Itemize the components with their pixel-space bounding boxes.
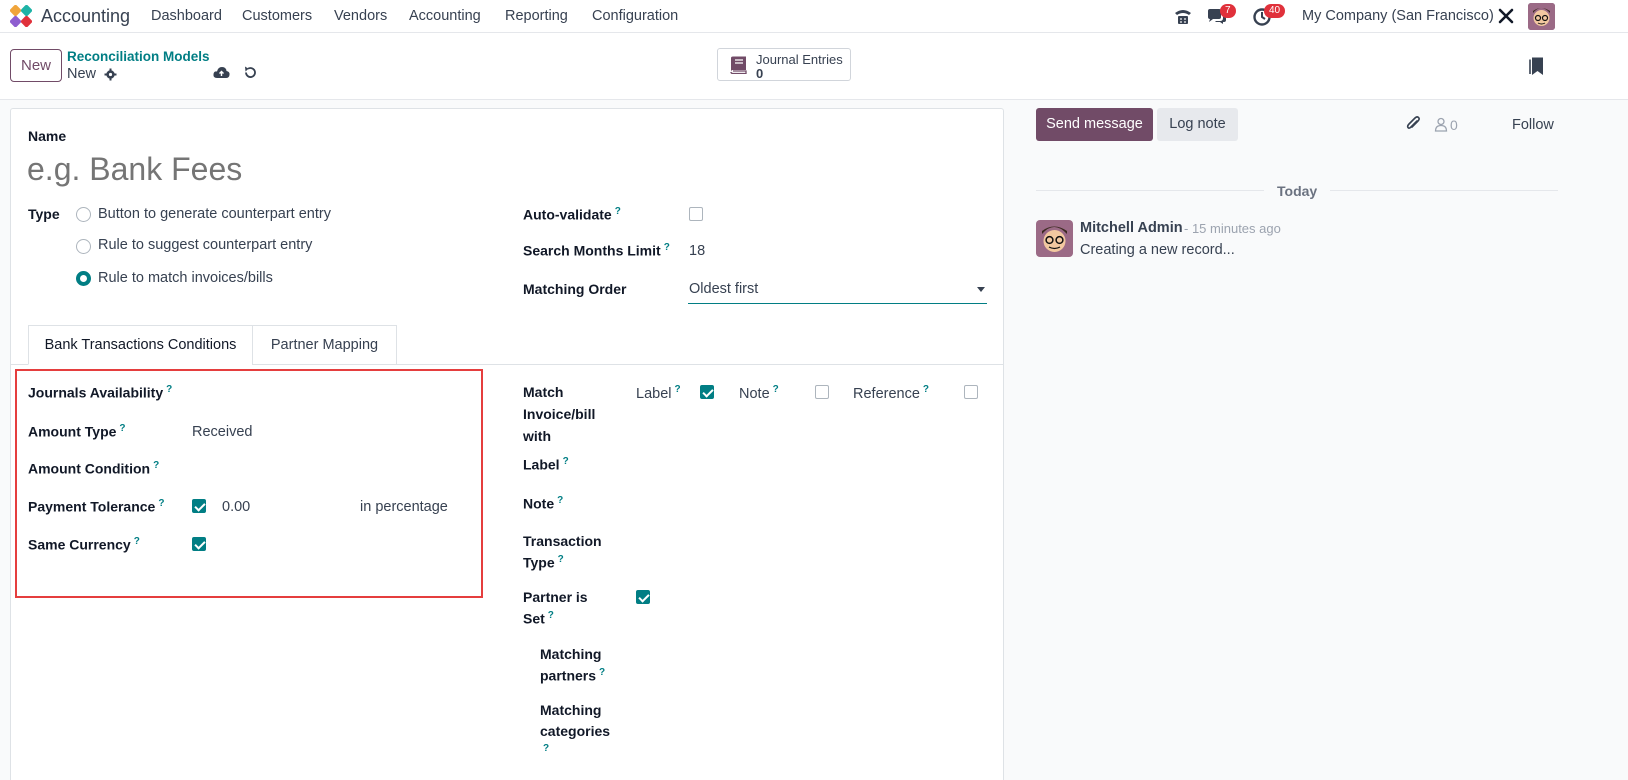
matching-order-value: Oldest first [689,281,759,297]
app-icon[interactable] [9,4,33,28]
match-invoice-label-1: Match [523,384,564,400]
radio-label-suggest[interactable]: Rule to suggest counterpart entry [98,237,312,253]
menu-reporting[interactable]: Reporting [505,8,568,24]
bookmark-icon[interactable] [1529,57,1544,76]
top-navbar: Accounting Dashboard Customers Vendors A… [0,0,1628,33]
auto-validate-checkbox[interactable] [689,207,703,221]
messages-badge: 7 [1220,4,1236,18]
phone-icon[interactable] [1173,7,1193,27]
name-input[interactable] [27,147,987,191]
payment-tolerance-unit: in percentage [360,499,448,515]
partner-set-label-1: Partner is [523,589,588,605]
matching-categories-label-1: Matching [540,702,602,718]
caret-down-icon [977,287,985,292]
company-switcher[interactable]: My Company (San Francisco) [1302,8,1494,24]
match-note-text: Note? [739,384,779,402]
smart-button-label: Journal Entries [756,52,843,67]
matching-order-select[interactable]: Oldest first [688,278,987,304]
journals-availability-label: Journals Availability? [28,384,173,401]
radio-label-match[interactable]: Rule to match invoices/bills [98,270,273,286]
match-reference-text: Reference? [853,384,930,402]
follow-button[interactable]: Follow [1512,117,1554,133]
menu-customers[interactable]: Customers [242,8,312,24]
match-reference-checkbox[interactable] [964,385,978,399]
search-months-label: Search Months Limit? [523,242,670,259]
type-label: Type [28,206,60,222]
amount-type-value[interactable]: Received [192,424,252,440]
gear-icon[interactable] [104,68,117,81]
message-body: Creating a new record... [1080,242,1235,258]
control-panel: New Reconciliation Models New Journal En… [0,33,1628,100]
partner-set-label-2: Set? [523,610,554,627]
menu-dashboard[interactable]: Dashboard [151,8,222,24]
smart-button-value: 0 [756,66,764,81]
same-currency-label: Same Currency? [28,536,140,553]
breadcrumb-current: New [67,66,97,82]
app-name[interactable]: Accounting [41,6,130,27]
match-invoice-label-2: Invoice/bill [523,406,596,422]
transaction-type-label-2: Type? [523,554,564,571]
partner-set-checkbox[interactable] [636,590,650,604]
activities-badge: 40 [1264,4,1286,18]
matching-categories-label-2: categories [540,723,611,739]
match-label-text: Label? [636,384,681,402]
date-separator-line-right [1330,190,1558,191]
payment-tolerance-label: Payment Tolerance? [28,498,165,515]
matching-order-label: Matching Order [523,281,627,297]
match-label-checkbox[interactable] [700,385,714,399]
tab-partner-mapping[interactable]: Partner Mapping [252,325,397,365]
message-author-avatar [1036,220,1073,257]
transaction-type-label-1: Transaction [523,533,602,549]
user-avatar[interactable] [1528,3,1555,30]
date-separator: Today [1277,183,1318,199]
log-note-button[interactable]: Log note [1157,108,1238,141]
send-message-button[interactable]: Send message [1036,108,1153,141]
menu-accounting[interactable]: Accounting [409,8,481,24]
search-months-value[interactable]: 18 [689,243,705,259]
amount-type-label: Amount Type? [28,423,126,440]
radio-label-counterpart[interactable]: Button to generate counterpart entry [98,206,331,222]
radio-suggest-counterpart[interactable] [76,239,91,254]
menu-configuration[interactable]: Configuration [592,8,678,24]
message-author[interactable]: Mitchell Admin [1080,220,1183,236]
debug-tools-icon[interactable] [1497,7,1515,25]
book-icon [728,56,748,75]
radio-button-counterpart[interactable] [76,207,91,222]
tab-bank-transactions[interactable]: Bank Transactions Conditions [28,325,253,365]
menu-vendors[interactable]: Vendors [334,8,387,24]
amount-condition-label: Amount Condition? [28,460,160,477]
message-time: - 15 minutes ago [1184,221,1281,236]
match-invoice-label-3: with [523,428,551,444]
match-note-checkbox[interactable] [815,385,829,399]
followers-count: 0 [1450,117,1458,133]
payment-tolerance-value[interactable]: 0.00 [222,499,250,515]
journal-entries-smart-button[interactable]: Journal Entries 0 [717,48,851,81]
save-cloud-icon[interactable] [213,65,230,80]
breadcrumb-parent[interactable]: Reconciliation Models [67,49,210,64]
followers-icon[interactable] [1434,117,1448,132]
same-currency-checkbox[interactable] [192,537,206,551]
matching-partners-label-1: Matching [540,646,602,662]
matching-partners-label-2: partners? [540,667,606,684]
payment-tolerance-checkbox[interactable] [192,499,206,513]
note-condition-label: Note? [523,495,564,512]
date-separator-line-left [1036,190,1264,191]
new-button[interactable]: New [10,49,62,82]
label-condition-label: Label? [523,456,569,473]
name-label: Name [28,128,67,144]
auto-validate-label: Auto-validate? [523,206,621,223]
discard-icon[interactable] [243,65,258,80]
matching-categories-help: ? [543,743,550,754]
radio-match-invoices[interactable] [76,271,91,286]
highlight-box [15,369,483,598]
paperclip-icon[interactable] [1405,115,1421,133]
